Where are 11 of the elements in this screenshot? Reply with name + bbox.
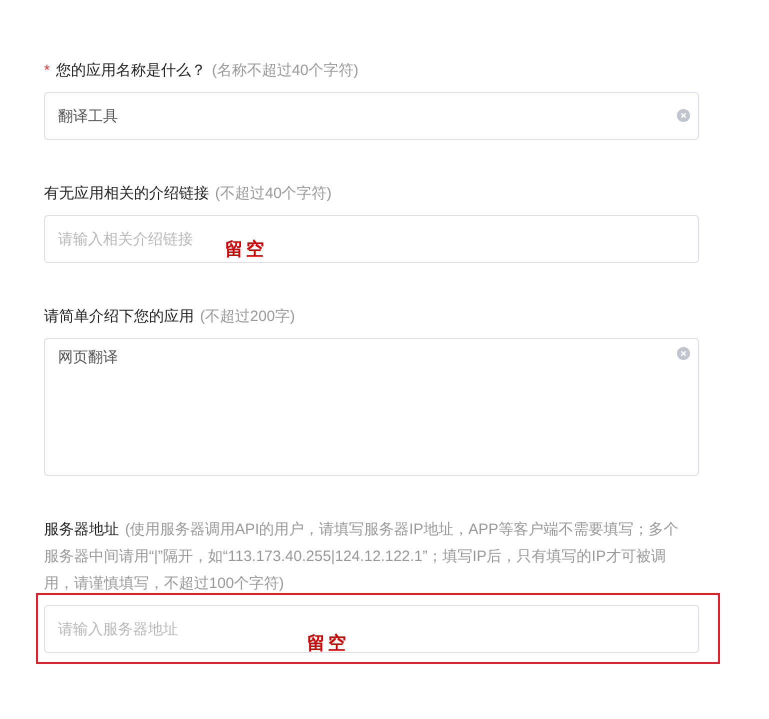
- clear-icon[interactable]: [677, 109, 690, 122]
- text-area[interactable]: 网页翻译: [44, 338, 699, 476]
- clear-icon[interactable]: [677, 347, 690, 360]
- field-label: 有无应用相关的介绍链接 (不超过40个字符): [44, 184, 332, 204]
- field-label: 请简单介绍下您的应用 (不超过200字): [44, 307, 296, 327]
- field-label: 服务器地址 (使用服务器调用API的用户，请填写服务器IP地址，APP等客户端不需要填写；多个服务器中间请用“|”隔开，如“113.173.40.255|124.12.122.1”；填写IP后，只有填写的IP才可被调用，请谨慎填写，不超过100个字符): [44, 520, 680, 594]
- annotation-text: 留空: [225, 238, 267, 261]
- required-mark: *: [44, 61, 50, 81]
- annotation-text: 留空: [307, 632, 349, 655]
- input-field[interactable]: 翻译工具: [44, 92, 699, 140]
- field-label: 您的应用名称是什么？ (名称不超过40个字符): [56, 61, 359, 81]
